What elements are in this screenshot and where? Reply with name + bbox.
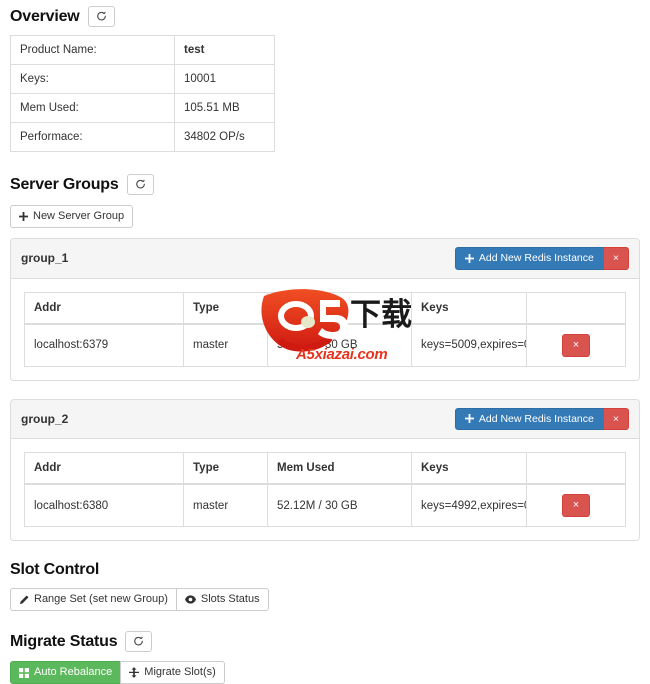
range-set-button[interactable]: Range Set (set new Group) xyxy=(10,588,177,611)
column-header-mem-used: Mem Used xyxy=(267,452,412,485)
column-header-actions xyxy=(526,291,626,325)
slot-control-header: Slot Control xyxy=(10,561,640,579)
slots-status-button[interactable]: Slots Status xyxy=(175,588,269,611)
add-redis-instance-button[interactable]: Add New Redis Instance xyxy=(454,407,604,430)
server-group-panel-body: Addr Type Mem Used Keys localhost:6380 m… xyxy=(11,439,639,540)
overview-key: Mem Used: xyxy=(10,93,175,123)
overview-key: Product Name: xyxy=(10,35,175,65)
table-row: Performace: 34802 OP/s xyxy=(10,122,275,152)
column-header-keys: Keys xyxy=(411,452,527,485)
migrate-status-refresh-button[interactable] xyxy=(125,631,153,652)
add-redis-instance-button[interactable]: Add New Redis Instance xyxy=(454,247,604,270)
slots-status-label: Slots Status xyxy=(200,593,260,605)
server-group-panel-body: Addr Type Mem Used Keys localhost:6379 m… xyxy=(11,279,639,380)
overview-table: Product Name: test Keys: 10001 Mem Used:… xyxy=(10,35,275,152)
migrate-status-header: Migrate Status xyxy=(10,631,640,652)
redis-instances-table: Addr Type Mem Used Keys localhost:6380 m… xyxy=(24,452,626,527)
remove-server-group-button[interactable]: × xyxy=(602,407,629,430)
instance-type: master xyxy=(183,483,268,527)
auto-rebalance-label: Auto Rebalance xyxy=(34,666,113,678)
refresh-icon xyxy=(135,179,146,190)
server-group-panel-heading: group_1 Add New Redis Instance × xyxy=(11,239,639,279)
overview-refresh-button[interactable] xyxy=(87,6,115,27)
auto-rebalance-button[interactable]: Auto Rebalance xyxy=(10,661,122,684)
new-server-group-button[interactable]: New Server Group xyxy=(10,205,134,228)
table-header-row: Addr Type Mem Used Keys xyxy=(24,452,626,485)
column-header-type: Type xyxy=(183,291,268,325)
server-groups-title: Server Groups xyxy=(10,175,119,193)
migrate-slots-label: Migrate Slot(s) xyxy=(144,666,216,678)
overview-value: 34802 OP/s xyxy=(174,122,275,152)
server-group-actions: Add New Redis Instance × xyxy=(454,407,629,430)
dashboard-page: Overview Product Name: test Keys: 10001 … xyxy=(0,0,650,684)
remove-instance-button[interactable]: × xyxy=(561,494,591,517)
column-header-addr: Addr xyxy=(24,452,184,485)
range-set-label: Range Set (set new Group) xyxy=(34,593,168,605)
instance-keys: keys=5009,expires=0,avg_ttl=0 xyxy=(411,323,527,367)
table-row: Mem Used: 105.51 MB xyxy=(10,93,275,123)
column-header-addr: Addr xyxy=(24,291,184,325)
table-header-row: Addr Type Mem Used Keys xyxy=(24,291,626,325)
server-groups-header: Server Groups xyxy=(10,174,640,195)
pencil-icon xyxy=(19,595,29,605)
overview-title: Overview xyxy=(10,7,80,25)
migrate-slots-button[interactable]: Migrate Slot(s) xyxy=(120,661,225,684)
server-group-name: group_1 xyxy=(21,251,69,266)
instance-mem-used: 52.12M / 30 GB xyxy=(267,483,412,527)
column-header-keys: Keys xyxy=(411,291,527,325)
server-group-panel: group_1 Add New Redis Instance × Addr Ty… xyxy=(10,238,640,381)
server-group-panel: group_2 Add New Redis Instance × Addr Ty… xyxy=(10,398,640,541)
grid-icon xyxy=(19,667,29,678)
eye-icon xyxy=(184,594,196,605)
remove-server-group-button[interactable]: × xyxy=(602,247,629,270)
plus-icon xyxy=(19,212,28,221)
plus-icon xyxy=(464,414,474,424)
server-group-actions: Add New Redis Instance × xyxy=(454,247,629,270)
column-header-mem-used: Mem Used xyxy=(267,291,412,325)
server-groups-refresh-button[interactable] xyxy=(126,174,154,195)
instance-keys: keys=4992,expires=0,avg_ttl=0 xyxy=(411,483,527,527)
migrate-status-actions: Auto Rebalance Migrate Slot(s) xyxy=(10,661,225,684)
server-group-name: group_2 xyxy=(21,411,69,426)
redis-instances-table: Addr Type Mem Used Keys localhost:6379 m… xyxy=(24,291,626,367)
overview-key: Performace: xyxy=(10,122,175,152)
column-header-actions xyxy=(526,452,626,485)
table-row: Product Name: test xyxy=(10,35,275,65)
slot-control-title: Slot Control xyxy=(10,561,100,578)
add-redis-instance-label: Add New Redis Instance xyxy=(478,252,594,264)
new-server-group-row: New Server Group xyxy=(10,205,640,228)
refresh-icon xyxy=(96,11,107,22)
add-redis-instance-label: Add New Redis Instance xyxy=(478,412,594,425)
instance-addr: localhost:6379 xyxy=(24,323,184,367)
table-row: localhost:6380 master 52.12M / 30 GB key… xyxy=(24,483,626,527)
plus-icon xyxy=(464,253,474,263)
new-server-group-label: New Server Group xyxy=(33,210,125,222)
table-row: Keys: 10001 xyxy=(10,64,275,94)
instance-type: master xyxy=(183,323,268,367)
overview-header: Overview xyxy=(10,0,640,27)
slot-control-actions: Range Set (set new Group) Slots Status xyxy=(10,588,269,611)
transfer-icon xyxy=(129,667,140,678)
table-row: localhost:6379 master 53.38M / 30 GB key… xyxy=(24,323,626,367)
server-group-panel-heading: group_2 Add New Redis Instance × xyxy=(11,399,639,439)
column-header-type: Type xyxy=(183,452,268,485)
overview-value: test xyxy=(174,35,275,65)
instance-actions: × xyxy=(526,483,626,527)
overview-key: Keys: xyxy=(10,64,175,94)
instance-actions: × xyxy=(526,323,626,367)
refresh-icon xyxy=(133,636,144,647)
instance-addr: localhost:6380 xyxy=(24,483,184,527)
overview-value: 105.51 MB xyxy=(174,93,275,123)
overview-value: 10001 xyxy=(174,64,275,94)
remove-instance-button[interactable]: × xyxy=(561,333,591,357)
instance-mem-used: 53.38M / 30 GB xyxy=(267,323,412,367)
